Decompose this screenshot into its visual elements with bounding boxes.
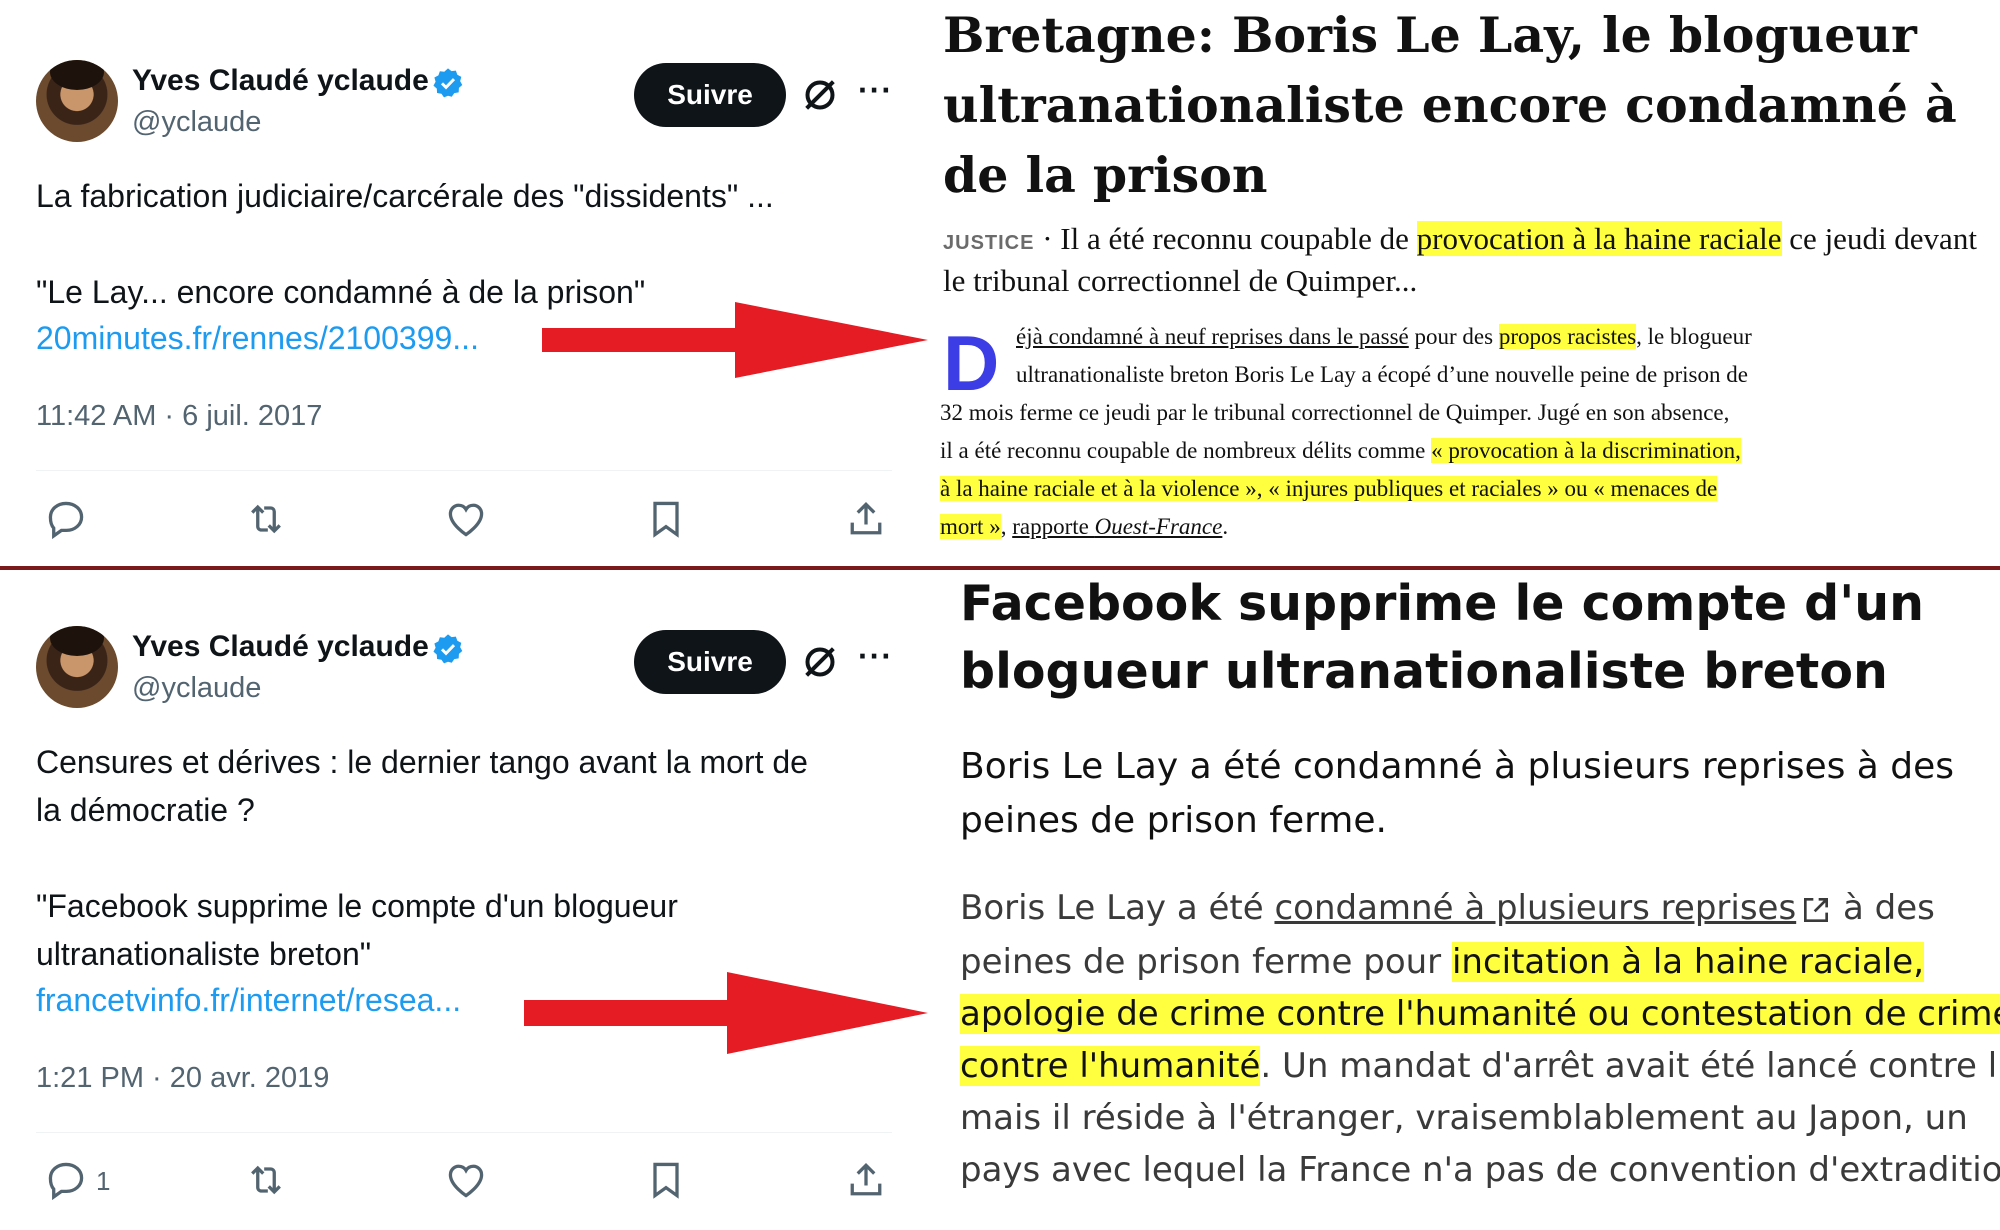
tweet-text: La fabrication judiciaire/carcérale des … <box>36 178 774 310</box>
follow-button[interactable]: Suivre <box>634 630 786 694</box>
verified-badge-icon <box>433 68 463 98</box>
article-body-line: à la haine raciale et à la violence », «… <box>940 476 1718 502</box>
share-icon[interactable] <box>844 497 888 541</box>
body-text: pour des <box>1408 324 1499 349</box>
article-body-line: peines de prison ferme pour incitation à… <box>960 942 1980 982</box>
article-body-line: apologie de crime contre l'humanité ou c… <box>960 994 2000 1034</box>
reply-count: 1 <box>96 1166 111 1196</box>
tweet-link[interactable]: francetvinfo.fr/internet/resea... <box>36 982 461 1019</box>
body-text: à des <box>1832 888 1935 928</box>
avatar[interactable] <box>36 626 118 708</box>
tweet-date[interactable]: 11:42 AM · 6 juil. 2017 <box>36 400 322 433</box>
like-icon[interactable] <box>444 497 488 541</box>
source-name: Ouest-France <box>1094 514 1223 539</box>
body-text: , le blogueur <box>1636 324 1752 349</box>
divider <box>36 1132 892 1133</box>
tweet-1: Yves Claudé yclaude @yclaude Suivre ··· … <box>0 0 928 566</box>
repost-icon[interactable] <box>244 497 288 541</box>
external-link-icon[interactable] <box>1800 894 1832 926</box>
source-link[interactable]: rapporte Ouest-France <box>1012 514 1222 539</box>
more-options-icon[interactable]: ··· <box>858 72 893 109</box>
tweet-text: Censures et dérives : le dernier tango a… <box>36 744 808 972</box>
grok-icon[interactable] <box>800 642 840 682</box>
grok-icon[interactable] <box>800 75 840 115</box>
bookmark-icon[interactable] <box>644 497 688 541</box>
tweet-date[interactable]: 1:21 PM · 20 avr. 2019 <box>36 1062 329 1095</box>
author-handle[interactable]: @yclaude <box>132 672 261 705</box>
chapo-highlight: provocation à la haine raciale <box>1416 221 1782 256</box>
share-icon[interactable] <box>844 1158 888 1202</box>
body-text: . Un mandat d'arrêt avait été lancé cont… <box>1260 1046 2000 1086</box>
body-highlight: mort » <box>940 514 1001 539</box>
tweet-2: Yves Claudé yclaude @yclaude Suivre ··· … <box>0 570 928 1230</box>
verified-badge-icon <box>433 634 463 664</box>
more-options-icon[interactable]: ··· <box>858 638 893 675</box>
body-text: Boris Le Lay a été <box>960 888 1275 928</box>
article-body-line: il a été reconnu coupable de nombreux dé… <box>940 438 1741 464</box>
body-highlight: contre l'humanité <box>960 1046 1261 1086</box>
article-link[interactable]: éjà condamné à neuf reprises dans le pas… <box>1016 324 1409 349</box>
body-highlight: à la haine raciale et à la violence », «… <box>940 476 1718 501</box>
body-highlight: propos racistes <box>1498 324 1637 349</box>
article-body-line: mais il réside à l'étranger, vraisemblab… <box>960 1098 1968 1138</box>
article-link[interactable]: condamné à plusieurs reprises <box>1274 888 1796 928</box>
article-body-line: 32 mois ferme ce jeudi par le tribunal c… <box>940 400 1730 425</box>
body-highlight: apologie de crime contre l'humanité ou c… <box>960 994 2000 1034</box>
article-chapo: JUSTICE · Il a été reconnu coupable de p… <box>943 220 1983 300</box>
author-name[interactable]: Yves Claudé yclaude <box>132 64 429 98</box>
article-title: Facebook supprime le compte d'un blogueu… <box>960 575 1924 700</box>
red-arrow-icon <box>542 302 928 378</box>
avatar[interactable] <box>36 60 118 142</box>
reply-icon[interactable] <box>44 1158 88 1202</box>
article-link-text: condamné à plusieurs reprises <box>1274 888 1797 928</box>
divider <box>36 470 892 471</box>
article-body-line: pays avec lequel la France n'a pas de co… <box>960 1150 2000 1190</box>
repost-icon[interactable] <box>244 1158 288 1202</box>
reply-icon[interactable] <box>44 497 88 541</box>
like-icon[interactable] <box>444 1158 488 1202</box>
drop-cap: D <box>943 319 1000 407</box>
author-name[interactable]: Yves Claudé yclaude <box>132 630 429 664</box>
body-text: il a été reconnu coupable de nombreux dé… <box>940 438 1432 463</box>
body-highlight: « provocation à la discrimination, <box>1431 438 1741 463</box>
article-rubric[interactable]: JUSTICE <box>943 232 1034 254</box>
body-highlight: incitation à la haine raciale, <box>1451 942 1925 982</box>
article-body-line: ultranationaliste breton Boris Le Lay a … <box>1016 362 1748 387</box>
body-text: . <box>1222 514 1229 539</box>
article-body-line: Boris Le Lay a été condamné à plusieurs … <box>960 888 1980 928</box>
follow-button[interactable]: Suivre <box>634 63 786 127</box>
article-chapo: Boris Le Lay a été condamné à plusieurs … <box>960 746 1955 841</box>
body-text: peines de prison ferme pour <box>960 942 1452 982</box>
article-body-line: contre l'humanité. Un mandat d'arrêt ava… <box>960 1046 2000 1086</box>
body-text: , <box>1000 514 1013 539</box>
bookmark-icon[interactable] <box>644 1158 688 1202</box>
article-body-line: mort », rapporte Ouest-France. <box>940 514 1228 540</box>
tweet-link[interactable]: 20minutes.fr/rennes/2100399... <box>36 320 479 357</box>
article-title: Bretagne: Boris Le Lay, le blogueur ultr… <box>943 6 1957 204</box>
article-body-line: éjà condamné à neuf reprises dans le pas… <box>1016 324 1752 350</box>
author-handle[interactable]: @yclaude <box>132 106 261 139</box>
chapo-text: · Il a été reconnu coupable de <box>1034 221 1417 256</box>
source-link-text: rapporte <box>1012 514 1095 539</box>
red-arrow-icon <box>524 972 928 1054</box>
